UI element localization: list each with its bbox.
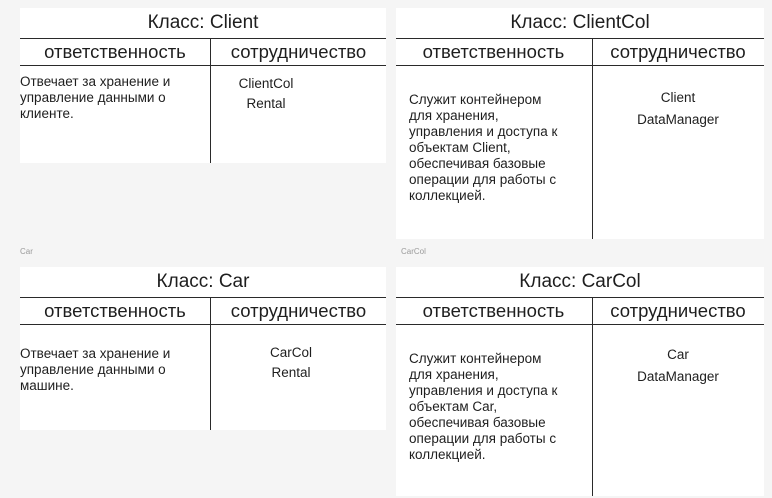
- collaborator: Client: [660, 90, 696, 105]
- class-card-carcol[interactable]: Класс: CarCol ответственность сотрудниче…: [396, 267, 764, 496]
- responsibility-header: ответственность: [422, 300, 565, 321]
- collaborator: Rental: [271, 365, 311, 380]
- responsibility-text: Служит контейнером для хранения, управле…: [409, 92, 558, 203]
- class-card-clientcol[interactable]: Класс: ClientCol ответственность сотрудн…: [396, 8, 764, 239]
- card-title: Класс: ClientCol: [510, 12, 650, 33]
- responsibility-text: Отвечает за хранение и управление данным…: [20, 346, 171, 393]
- responsibility-header: ответственность: [44, 300, 186, 321]
- collaborator: DataManager: [637, 369, 719, 384]
- collaborator: ClientCol: [238, 76, 294, 91]
- collaboration-header: сотрудничество: [230, 41, 367, 62]
- collaborator: Car: [667, 347, 689, 362]
- card-caption-carcol: CarCol: [401, 247, 426, 256]
- header-row: ответственность сотрудничество: [20, 38, 386, 66]
- collaborators-list: ClientCol Rental: [211, 74, 321, 114]
- collaborators-list: CarCol Rental: [246, 343, 336, 383]
- class-card-car[interactable]: Класс: Car ответственность сотрудничеств…: [20, 267, 386, 430]
- responsibility-header: ответственность: [44, 41, 186, 62]
- column-divider: [592, 297, 593, 496]
- collaboration-header: сотрудничество: [610, 41, 746, 62]
- card-title: Класс: Client: [147, 12, 259, 33]
- collaborator: Rental: [246, 96, 286, 111]
- responsibility-header: ответственность: [422, 41, 565, 62]
- collaborators-list: Client DataManager: [618, 88, 738, 130]
- collaborator: CarCol: [269, 345, 312, 360]
- header-row: ответственность сотрудничество: [396, 297, 764, 325]
- card-caption-car: Car: [20, 247, 33, 256]
- collaboration-header: сотрудничество: [230, 300, 367, 321]
- card-title: Класс: CarCol: [519, 271, 641, 292]
- collaboration-header: сотрудничество: [610, 300, 746, 321]
- class-card-client[interactable]: Класс: Client ответственность сотрудниче…: [20, 8, 386, 163]
- collaborators-list: Car DataManager: [618, 345, 738, 387]
- header-row: ответственность сотрудничество: [20, 297, 386, 325]
- header-row: ответственность сотрудничество: [396, 38, 764, 66]
- collaborator: DataManager: [637, 112, 719, 127]
- card-title: Класс: Car: [156, 271, 250, 292]
- column-divider: [592, 38, 593, 239]
- responsibility-text: Отвечает за хранение и управление данным…: [20, 74, 171, 121]
- column-divider: [210, 297, 211, 430]
- responsibility-text: Служит контейнером для хранения, управле…: [409, 351, 558, 462]
